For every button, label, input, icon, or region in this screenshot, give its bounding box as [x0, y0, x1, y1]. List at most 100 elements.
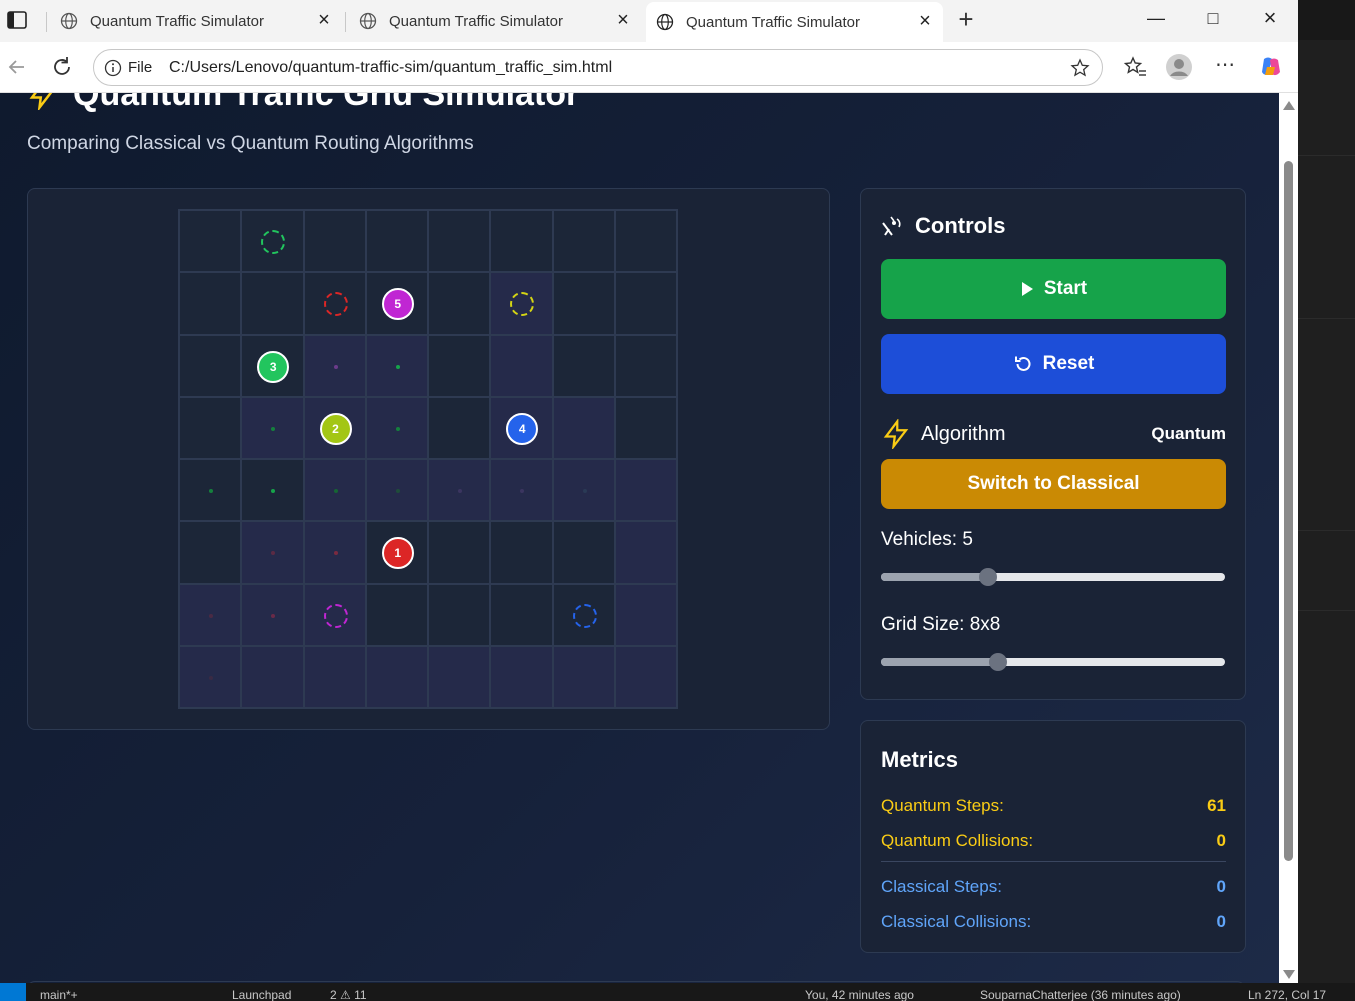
- address-bar[interactable]: File C:/Users/Lenovo/quantum-traffic-sim…: [93, 49, 1103, 86]
- algorithm-row: Algorithm Quantum: [881, 419, 1226, 449]
- favorite-star-icon[interactable]: [1070, 58, 1090, 78]
- close-window-icon[interactable]: ×: [1247, 4, 1293, 34]
- grid-cell: [552, 583, 615, 646]
- algorithm-value: Quantum: [1151, 424, 1226, 443]
- classical-steps-value: 0: [1216, 877, 1226, 896]
- classical-steps-row: Classical Steps: 0: [881, 877, 1226, 897]
- grid-cell: [179, 210, 242, 273]
- grid-cell: [179, 521, 242, 584]
- grid-cell: [614, 583, 677, 646]
- grid-cell: [552, 645, 615, 708]
- grid-cell: [428, 210, 491, 273]
- quantum-collisions-value: 0: [1216, 831, 1226, 850]
- grid-cell: [365, 459, 428, 522]
- tab-actions-icon[interactable]: [6, 9, 28, 31]
- route-trail-dot: [333, 551, 338, 556]
- quantum-steps-label: Quantum Steps:: [881, 796, 1004, 815]
- problems-status[interactable]: 2 ⚠ 11: [330, 988, 367, 1001]
- vehicle-4: 4: [506, 412, 539, 445]
- grid-cell: [179, 334, 242, 397]
- editor-status-bar: main*+ Launchpad 2 ⚠ 11 You, 42 minutes …: [0, 983, 1355, 1001]
- page-title-text: Quantum Traffic Grid Simulator: [73, 93, 580, 113]
- tab-title: Quantum Traffic Simulator: [90, 12, 264, 30]
- vehicle-2: 2: [319, 412, 352, 445]
- grid-size-slider-handle[interactable]: [988, 653, 1007, 671]
- grid-cell: [241, 645, 304, 708]
- scrollbar-thumb[interactable]: [1284, 161, 1293, 861]
- grid-cell: [179, 583, 242, 646]
- grid-cell: [303, 583, 366, 646]
- quantum-steps-row: Quantum Steps: 61: [881, 796, 1226, 816]
- copilot-icon[interactable]: [1258, 54, 1284, 80]
- back-arrow-icon[interactable]: [4, 54, 30, 80]
- vehicles-slider[interactable]: [881, 568, 1225, 586]
- grid-cell: [614, 645, 677, 708]
- tab-title: Quantum Traffic Simulator: [389, 12, 563, 30]
- launchpad-status[interactable]: Launchpad: [232, 988, 291, 1001]
- scroll-down-icon[interactable]: [1283, 970, 1295, 979]
- route-trail-dot: [395, 489, 400, 493]
- signal-icon: [882, 216, 901, 236]
- more-options-icon[interactable]: ⋯: [1212, 54, 1238, 80]
- route-trail-dot: [271, 489, 276, 493]
- branch-status[interactable]: main*+: [40, 988, 78, 1001]
- classical-collisions-label: Classical Collisions:: [881, 912, 1032, 931]
- metrics-heading: Metrics: [881, 747, 959, 772]
- grid-cell: 3: [241, 334, 304, 397]
- algorithm-label: Algorithm: [921, 422, 1006, 445]
- vehicles-slider-fill: [881, 573, 988, 581]
- close-tab-icon[interactable]: ×: [917, 11, 933, 31]
- grid-cell: [428, 521, 491, 584]
- start-button[interactable]: Start: [881, 259, 1226, 319]
- grid-cell: [179, 645, 242, 708]
- scroll-up-icon[interactable]: [1283, 101, 1295, 110]
- play-icon: [1021, 282, 1033, 296]
- close-tab-icon[interactable]: ×: [316, 10, 332, 30]
- grid-size-slider-fill: [881, 658, 998, 666]
- new-tab-icon[interactable]: +: [955, 6, 977, 32]
- grid-cell: [552, 396, 615, 459]
- toolbar: File C:/Users/Lenovo/quantum-traffic-sim…: [0, 42, 1298, 93]
- grid-cell: [241, 210, 304, 273]
- vehicles-slider-handle[interactable]: [978, 568, 997, 586]
- quantum-collisions-row: Quantum Collisions: 0: [881, 831, 1226, 851]
- grid-cell: [365, 210, 428, 273]
- grid-cell: [365, 334, 428, 397]
- scheme-label: File: [128, 59, 153, 76]
- grid-cell: [490, 521, 553, 584]
- blame-status[interactable]: You, 42 minutes ago: [805, 988, 914, 1001]
- grid-cell: [303, 272, 366, 335]
- maximize-icon[interactable]: □: [1190, 4, 1236, 34]
- url-text[interactable]: C:/Users/Lenovo/quantum-traffic-sim/quan…: [169, 59, 612, 77]
- tab-title: Quantum Traffic Simulator: [686, 13, 860, 31]
- switch-algorithm-button[interactable]: Switch to Classical: [881, 459, 1226, 509]
- reset-button[interactable]: Reset: [881, 334, 1226, 394]
- close-tab-icon[interactable]: ×: [615, 10, 631, 30]
- author-status[interactable]: SouparnaChatterjee (36 minutes ago): [980, 988, 1181, 1001]
- grid-cell: [428, 459, 491, 522]
- traffic-grid[interactable]: 5 32 4 1: [178, 209, 678, 709]
- grid-panel: 5 32 4 1: [27, 188, 830, 730]
- profile-avatar-icon[interactable]: [1166, 54, 1192, 80]
- grid-cell: [428, 396, 491, 459]
- minimize-icon[interactable]: —: [1133, 4, 1179, 34]
- cursor-position-status[interactable]: Ln 272, Col 17: [1248, 988, 1326, 1001]
- refresh-icon[interactable]: [49, 54, 75, 80]
- tab-1[interactable]: Quantum Traffic Simulator ×: [50, 6, 342, 36]
- remote-indicator[interactable]: [0, 983, 26, 1001]
- tab-2[interactable]: Quantum Traffic Simulator ×: [349, 6, 641, 36]
- grid-cell: [303, 459, 366, 522]
- switch-button-label: Switch to Classical: [967, 473, 1140, 494]
- controls-panel: Controls Start Reset Algorithm Quantum S…: [860, 188, 1246, 700]
- grid-cell: [303, 521, 366, 584]
- grid-cell: [241, 521, 304, 584]
- favorites-icon[interactable]: [1122, 54, 1148, 80]
- route-trail-dot: [271, 426, 276, 431]
- info-icon[interactable]: [104, 59, 122, 77]
- tab-3-active[interactable]: Quantum Traffic Simulator ×: [646, 2, 943, 42]
- page-scrollbar[interactable]: [1279, 93, 1298, 983]
- destination-marker: [323, 603, 348, 628]
- vehicle-3: 3: [257, 350, 290, 383]
- route-trail-dot: [582, 489, 587, 493]
- grid-size-slider[interactable]: [881, 653, 1225, 671]
